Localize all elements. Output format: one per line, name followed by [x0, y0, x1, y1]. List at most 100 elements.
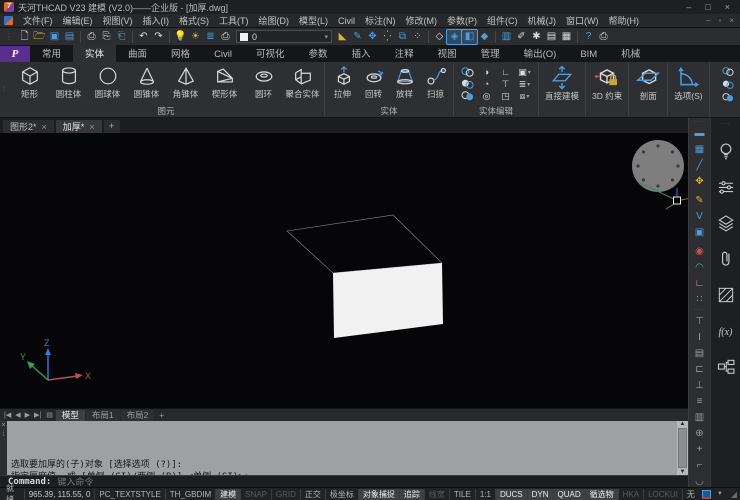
open-file-icon[interactable]: 🗁 — [32, 30, 47, 44]
command-scrollbar[interactable]: ▲ ▼ — [677, 421, 688, 475]
ribbon-tab[interactable]: BIM — [568, 47, 609, 62]
ribbon-button[interactable]: 扫掠 — [420, 63, 451, 105]
thcad-logo-icon[interactable]: P — [0, 46, 30, 62]
status-toggle[interactable]: 正交 — [300, 489, 325, 500]
ribbon-tab[interactable]: Civil — [202, 47, 244, 62]
menu-item[interactable]: 模型(L) — [294, 14, 333, 27]
dim-stack-icon[interactable]: ≡ — [692, 394, 708, 409]
mdi-restore-button[interactable]: ▫ — [718, 16, 721, 25]
ribbon-tab[interactable]: 可视化 — [244, 44, 297, 62]
dim-ordinate-icon[interactable]: ⊥ — [692, 378, 708, 393]
plot-icon[interactable]: ⎙ — [596, 30, 611, 44]
ribbon-tab[interactable]: 网格 — [159, 44, 202, 62]
dim-box-icon[interactable]: ▥ — [692, 410, 708, 425]
layout-nav-button[interactable]: ▶| — [32, 411, 43, 419]
status-toggle[interactable]: TH_GBDIM — [165, 489, 215, 500]
surface-tool-icon[interactable]: V — [692, 209, 708, 224]
mdi-close-button[interactable]: × — [729, 16, 734, 25]
options-button[interactable]: 选项(S) — [668, 62, 709, 117]
layer-manager-icon[interactable]: ≣ — [203, 30, 218, 44]
ribbon-tab[interactable]: 插入 — [340, 44, 383, 62]
status-toggle[interactable]: PC_TEXTSTYLE — [94, 489, 164, 500]
ribbon-button[interactable]: 圆球体 — [88, 63, 127, 105]
ribbon-button[interactable]: 楔形体 — [205, 63, 244, 105]
ribbon-button[interactable]: 圆环 — [244, 63, 283, 105]
imprint-icon[interactable]: ◑ — [477, 66, 496, 78]
subtract-icon[interactable] — [458, 78, 477, 90]
document-tab[interactable]: 图形2* × — [3, 120, 54, 133]
visual-style-hidden-icon[interactable]: ◧ — [462, 30, 477, 44]
status-toggle[interactable]: DYN — [527, 489, 553, 500]
panel-grip[interactable]: ∙∙∙∙ — [720, 121, 731, 127]
ribbon-tab[interactable]: 常用 — [30, 44, 73, 62]
toolbar-grip[interactable]: ∙∙∙∙ — [694, 120, 705, 125]
dim-linear-icon[interactable]: ⊤ — [692, 314, 708, 329]
document-tab[interactable]: 加厚* × — [56, 120, 102, 133]
maximize-button[interactable]: □ — [705, 2, 710, 12]
offset-face-icon[interactable]: ◳ — [496, 90, 515, 102]
light-panel-button[interactable] — [714, 133, 738, 169]
status-toggle[interactable]: QUAD — [553, 489, 585, 500]
section-button[interactable]: 剖面 — [629, 62, 668, 117]
ribbon-tab[interactable]: 实体 — [73, 44, 116, 62]
layout-menu-icon[interactable]: ▤ — [44, 411, 55, 419]
status-toggle[interactable]: 循选物 — [585, 489, 618, 500]
ribbon-button[interactable]: 回转 — [358, 63, 389, 105]
help-icon[interactable]: ? — [581, 30, 596, 44]
status-toggle[interactable]: DUCS — [495, 489, 527, 500]
check-icon[interactable]: ⧈▾ — [515, 90, 534, 102]
render-settings-button[interactable] — [714, 169, 738, 205]
dim-corner-icon[interactable]: ⌐ — [692, 458, 708, 473]
modify-tool-icon[interactable]: ✥ — [692, 174, 708, 189]
ribbon-tab[interactable]: 输出(O) — [512, 44, 569, 62]
minimize-button[interactable]: – — [686, 2, 691, 12]
status-toggle[interactable]: 极坐标 — [325, 489, 358, 500]
solid-box-object[interactable] — [287, 215, 443, 338]
ribbon-tab[interactable]: 管理 — [469, 44, 512, 62]
close-command-window-icon[interactable]: × — [1, 422, 5, 429]
menu-item[interactable]: 机械(J) — [523, 14, 562, 27]
ribbon-button[interactable]: 放样 — [389, 63, 420, 105]
save-icon[interactable]: ▣ — [47, 30, 62, 44]
grid-tool-icon[interactable]: ▦ — [692, 142, 708, 157]
color-face-icon[interactable]: ◔ — [477, 78, 496, 90]
status-toggle[interactable]: GRID — [271, 489, 300, 500]
selection-filter-icon[interactable]: ⁛ — [380, 30, 395, 44]
sun-icon[interactable]: ☀ — [188, 30, 203, 44]
layer-print-icon[interactable]: ⎙ — [218, 30, 233, 44]
separate-icon[interactable]: ≣▾ — [515, 78, 534, 90]
ribbon-tab[interactable]: 曲面 — [116, 44, 159, 62]
layers-panel-button[interactable] — [714, 205, 738, 241]
menu-item[interactable]: 帮助(H) — [604, 14, 645, 27]
status-toggle[interactable]: 965.39, 115.55, 0 — [24, 489, 95, 500]
dim-aligned-icon[interactable]: Ⅰ — [692, 330, 708, 345]
ribbon-tab[interactable]: 机械 — [609, 44, 652, 62]
quick-select-icon[interactable]: ✥ — [365, 30, 380, 44]
ribbon-overflow-icons[interactable] — [720, 66, 736, 103]
close-button[interactable]: × — [725, 2, 730, 12]
pencil-tool-icon[interactable]: ✎ — [692, 193, 708, 208]
navigation-ball[interactable] — [632, 140, 684, 192]
mdi-minimize-button[interactable]: – — [706, 16, 710, 25]
status-toggle[interactable]: 无 — [682, 489, 699, 500]
ribbon-button[interactable]: 圆柱体 — [49, 63, 88, 105]
fillet-edge-icon[interactable]: ∟ — [496, 66, 515, 78]
menu-item[interactable]: 绘图(D) — [254, 14, 295, 27]
new-tab-button[interactable]: + — [104, 120, 120, 133]
menu-item[interactable]: Civil — [333, 16, 360, 26]
status-toggle[interactable]: 建模 — [215, 489, 240, 500]
toolbar-grip[interactable]: ⋮ — [5, 32, 14, 41]
new-file-icon[interactable]: 🗋 — [17, 30, 32, 44]
redo-icon[interactable]: ↷ — [151, 30, 166, 44]
attachments-button[interactable] — [714, 241, 738, 277]
ribbon-tab[interactable]: 注释 — [383, 44, 426, 62]
close-tab-icon[interactable]: × — [89, 122, 94, 132]
dim-cross-icon[interactable]: + — [692, 442, 708, 457]
erase-icon[interactable]: ✐ — [514, 30, 529, 44]
status-toggle[interactable]: LOCKUI — [643, 489, 682, 500]
ribbon-grip[interactable]: ⁞ — [0, 62, 8, 117]
ribbon-button[interactable]: 拉伸 — [327, 63, 358, 105]
status-toggle[interactable]: 对象捕捉 — [358, 489, 399, 500]
layout-tab[interactable]: 模型 — [56, 410, 85, 421]
scrollbar-thumb[interactable] — [678, 428, 687, 468]
